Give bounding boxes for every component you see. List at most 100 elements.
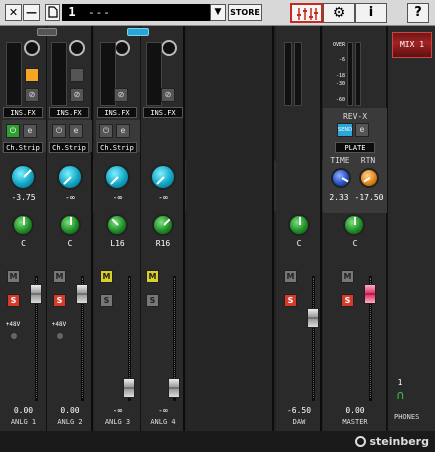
phones-label: PHONES	[394, 413, 420, 421]
ins-fx-button[interactable]: INS.FX	[3, 107, 43, 118]
channel-name: ANLG 2	[57, 418, 83, 426]
channel-name: ANLG 1	[10, 418, 37, 426]
phantom-label: +48V	[5, 321, 21, 328]
level-value: -∞	[112, 406, 123, 415]
solo-button[interactable]: S	[284, 294, 297, 307]
reverb-preset[interactable]: PLATE	[335, 142, 375, 153]
tab-mixer[interactable]	[290, 3, 323, 23]
scene-name[interactable]: ---	[82, 4, 210, 21]
pan-knob[interactable]	[59, 214, 81, 236]
empty-area	[186, 26, 274, 431]
pan-value: C	[21, 239, 26, 248]
channel-strip-anlg4: ⊘ INS.FX -∞ R16 M S -∞ ANLG 4	[141, 26, 185, 431]
scene-dropdown-button[interactable]: ▼	[210, 4, 226, 21]
power-icon[interactable]: ⏻	[6, 124, 20, 138]
ch-strip-button[interactable]: Ch.Strip	[49, 142, 89, 153]
gear-icon: ⚙	[332, 5, 346, 21]
aux-knob[interactable]	[57, 164, 83, 190]
meter	[294, 42, 302, 106]
toolbar: ✕ — 1 --- ▼ STORE ⚙ i ?	[0, 0, 435, 26]
reverb-type: REV-X	[342, 112, 368, 121]
stereo-link-icon[interactable]	[37, 28, 57, 36]
solo-button[interactable]: S	[7, 294, 20, 307]
solo-button[interactable]: S	[146, 294, 159, 307]
fader-handle[interactable]	[30, 284, 42, 304]
level-value: -∞	[158, 406, 168, 415]
ins-fx-button[interactable]: INS.FX	[143, 107, 183, 118]
aux-value: -∞	[65, 193, 75, 202]
ch-strip-button[interactable]: Ch.Strip	[97, 142, 137, 153]
stereo-link-icon[interactable]	[127, 28, 149, 36]
meter	[51, 42, 67, 106]
mute-button[interactable]: M	[7, 270, 20, 283]
aux-knob[interactable]	[10, 164, 36, 190]
phantom-led	[57, 333, 63, 339]
level-value: 0.00	[13, 406, 34, 415]
meter	[284, 42, 292, 106]
pan-knob[interactable]	[343, 214, 365, 236]
fader-handle[interactable]	[307, 308, 319, 328]
solo-button[interactable]: S	[100, 294, 113, 307]
mute-button[interactable]: M	[146, 270, 159, 283]
time-value: 2.33	[329, 193, 349, 202]
link-icon[interactable]: ⊘	[25, 88, 39, 102]
ch-strip-button[interactable]: Ch.Strip	[3, 142, 43, 153]
link-icon[interactable]: ⊘	[70, 88, 84, 102]
fader-handle[interactable]	[76, 284, 88, 304]
hi-z-button[interactable]	[25, 68, 39, 82]
channel-strip-daw: C M S -6.50 DAW	[276, 26, 322, 431]
solo-button[interactable]: S	[341, 294, 354, 307]
mute-button[interactable]: M	[53, 270, 66, 283]
ins-fx-button[interactable]: INS.FX	[49, 107, 89, 118]
help-button[interactable]: ?	[407, 3, 429, 23]
tab-settings[interactable]: ⚙	[323, 3, 355, 23]
aux-value: -∞	[158, 193, 168, 202]
tab-mix-1[interactable]: MIX 1	[392, 32, 432, 58]
send-button[interactable]: SEND	[337, 123, 353, 137]
fader-handle[interactable]	[168, 378, 180, 398]
mute-button[interactable]: M	[100, 270, 113, 283]
steinberg-logo: steinberg	[355, 435, 429, 448]
pan-value: C	[296, 239, 302, 248]
level-value: 0.00	[60, 406, 80, 415]
fader-handle[interactable]	[364, 284, 376, 304]
pan-knob[interactable]	[152, 214, 174, 236]
edit-icon[interactable]: e	[116, 124, 130, 138]
power-icon[interactable]: ⏻	[52, 124, 66, 138]
edit-icon[interactable]: e	[69, 124, 83, 138]
document-icon[interactable]	[45, 4, 60, 21]
edit-icon[interactable]: e	[23, 124, 37, 138]
level-value: 0.00	[345, 406, 365, 415]
meter	[6, 42, 22, 106]
close-button[interactable]: ✕	[5, 4, 22, 21]
power-icon[interactable]: ⏻	[99, 124, 113, 138]
mixer-area: ⊘ INS.FX ⏻ e Ch.Strip -3.75 C M S +48V 0…	[0, 26, 387, 452]
link-icon[interactable]: ⊘	[161, 88, 175, 102]
pan-knob[interactable]	[106, 214, 128, 236]
right-panel: MIX 1 1 ∩ PHONES	[387, 26, 435, 452]
fader-handle[interactable]	[123, 378, 135, 398]
hi-z-button[interactable]	[70, 68, 84, 82]
pan-value: C	[67, 239, 73, 248]
minimize-button[interactable]: —	[23, 4, 40, 21]
pan-knob[interactable]	[12, 214, 34, 236]
solo-button[interactable]: S	[53, 294, 66, 307]
ins-fx-button[interactable]: INS.FX	[97, 107, 137, 118]
mixer-icon	[296, 8, 318, 20]
mute-button[interactable]: M	[284, 270, 297, 283]
time-knob[interactable]	[331, 168, 351, 188]
channel-name: ANLG 3	[104, 418, 131, 426]
rtn-knob[interactable]	[359, 168, 379, 188]
time-label: TIME	[330, 156, 350, 165]
pan-knob[interactable]	[288, 214, 310, 236]
meter	[146, 42, 162, 106]
edit-icon[interactable]: e	[355, 123, 369, 137]
aux-knob[interactable]	[104, 164, 130, 190]
link-icon[interactable]: ⊘	[114, 88, 128, 102]
mute-button[interactable]: M	[341, 270, 354, 283]
aux-knob[interactable]	[150, 164, 176, 190]
store-button[interactable]: STORE	[228, 4, 262, 21]
headphones-icon: ∩	[396, 388, 405, 402]
rtn-label: RTN	[360, 156, 376, 165]
tab-info[interactable]: i	[355, 3, 387, 23]
